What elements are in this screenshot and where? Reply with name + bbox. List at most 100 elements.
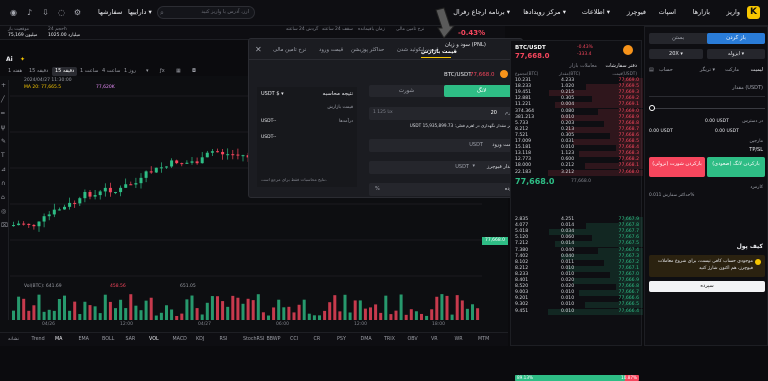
camera-icon[interactable]: ◘ xyxy=(192,68,196,74)
tab-trades[interactable]: معاملات بازار xyxy=(569,63,597,69)
nav-events[interactable]: مرکز رویدادها ▾ xyxy=(523,8,566,16)
warning-icon xyxy=(755,259,761,265)
indicator-ema[interactable]: EMA xyxy=(79,337,89,342)
tf-more-icon[interactable]: ▾ xyxy=(146,68,149,74)
open-tab[interactable]: باز کردن xyxy=(707,33,765,44)
tab-funding[interactable]: نرخ تامین مالی xyxy=(273,47,306,53)
close-tab[interactable]: بستن xyxy=(649,33,707,44)
order-type-trigger[interactable]: تریگر ▾ xyxy=(700,67,715,73)
nav-futures[interactable]: فیوچرز xyxy=(627,8,646,16)
brush-icon[interactable]: ✎ xyxy=(1,138,6,145)
deposit-button[interactable]: سپرده xyxy=(649,281,765,292)
tab-max-position[interactable]: حداکثر پوزیشن xyxy=(351,47,384,53)
nav-info[interactable]: اطلاعات ▾ xyxy=(582,8,610,16)
volume-bar xyxy=(277,299,281,320)
nav-assets[interactable]: داراییها ▾ xyxy=(128,8,152,16)
magnet-icon[interactable]: ∩ xyxy=(1,180,5,187)
indicator-bbwp[interactable]: BBWP xyxy=(267,337,281,342)
indicator-vr[interactable]: VR xyxy=(431,337,438,342)
result-currency[interactable]: USDT $ ▾ xyxy=(261,91,284,97)
candle-body xyxy=(236,154,240,156)
nav-spot[interactable]: اسپات xyxy=(659,8,676,16)
indicator-kdj[interactable]: KDJ xyxy=(196,337,204,342)
ai-icon[interactable]: Ai xyxy=(6,56,13,63)
indicator-sar[interactable]: SAR xyxy=(126,337,136,342)
indicator-ma[interactable]: MA xyxy=(55,337,62,342)
candle-body xyxy=(165,166,168,168)
return-field[interactable]: بازده % xyxy=(369,183,519,196)
amount-slider[interactable] xyxy=(649,103,765,113)
download-icon[interactable]: ⇩ xyxy=(40,7,51,18)
notification-icon[interactable]: ♪ xyxy=(24,7,35,18)
tab-orderbook[interactable]: دفتر سفارشات xyxy=(605,63,637,69)
indicator-trend[interactable]: Trend xyxy=(32,337,45,342)
x-tick: 04/27 xyxy=(198,322,211,327)
eye-icon[interactable]: ◎ xyxy=(1,208,6,215)
ruler-icon[interactable]: ⊿ xyxy=(1,166,6,173)
indicator-rsi[interactable]: RSI xyxy=(220,337,228,342)
user-icon[interactable]: ◉ xyxy=(8,7,19,18)
nav-orders[interactable]: سفارشها xyxy=(98,8,122,16)
indicator-dma[interactable]: DMA xyxy=(361,337,372,342)
open-long-button[interactable]: بازکردن لانگ (صعودی) xyxy=(707,157,765,177)
trendline-icon[interactable]: ╱ xyxy=(1,96,5,103)
slider-thumb[interactable] xyxy=(649,105,655,111)
entry-price-field[interactable]: قیمت ورود USDT xyxy=(369,139,519,152)
indicator-trix[interactable]: TRIX xyxy=(384,337,395,342)
trash-icon[interactable]: ⌧ xyxy=(1,222,8,229)
tpsl-checkbox[interactable]: TP/SL xyxy=(749,147,763,153)
long-button[interactable]: لانگ xyxy=(444,85,519,97)
leverage-field[interactable]: اهرم 20 1 تا 125x xyxy=(369,107,519,120)
indicator-نشانه[interactable]: نشانه xyxy=(8,337,19,342)
search-input[interactable]: ارز، آدرس یا واریز کنید xyxy=(157,6,255,19)
amount-input[interactable]: مقدار (USDT) xyxy=(649,85,765,97)
account-link[interactable]: حساب xyxy=(659,67,673,73)
lock-icon[interactable]: ⌂ xyxy=(1,194,5,201)
tf-active[interactable]: 15 دقیقه xyxy=(52,67,78,76)
close-icon[interactable]: ✕ xyxy=(255,45,262,54)
nav-deposit[interactable]: واریز xyxy=(727,8,740,16)
volume-bar xyxy=(363,308,367,320)
ticker-pair[interactable]: BTC/USDT xyxy=(515,45,546,51)
indicator-boll[interactable]: BOLL xyxy=(102,337,114,342)
hline-icon[interactable]: ═ xyxy=(1,110,5,117)
indicator-stochrsi[interactable]: StochRSI xyxy=(243,337,264,342)
indicator-wr[interactable]: WR xyxy=(455,337,463,342)
tf-1w[interactable]: 1 هفته xyxy=(8,68,22,74)
indicator-psy[interactable]: PSY xyxy=(337,337,346,342)
indicator-macd[interactable]: MACD xyxy=(173,337,187,342)
crosshair-icon[interactable]: + xyxy=(1,82,6,89)
tf-1h[interactable]: 1 ساعت xyxy=(80,68,98,74)
nav-markets[interactable]: بازارها xyxy=(693,8,710,16)
tf-4h[interactable]: 4 ساعت xyxy=(102,68,120,74)
volume-bar xyxy=(22,298,26,320)
globe-icon[interactable]: ◌ xyxy=(56,7,67,18)
text-icon[interactable]: T xyxy=(1,152,5,159)
settings-icon[interactable]: ⚙ xyxy=(72,7,83,18)
pitchfork-icon[interactable]: ψ xyxy=(1,124,5,131)
bid-row[interactable]: 9.451 0.010 77,666.4 xyxy=(511,308,643,315)
ask-row[interactable]: 22.183 3.212 77,668.0 xyxy=(511,169,643,176)
tab-target-price[interactable]: قیمت بازارش xyxy=(421,49,457,55)
tf-1d[interactable]: 1 روز xyxy=(124,68,136,74)
order-type-market[interactable]: مارکت xyxy=(725,67,739,73)
layout-icon[interactable]: ▦ xyxy=(176,68,181,74)
tf-15m-alt[interactable]: 15 دقیقه xyxy=(29,68,48,74)
calculator-icon[interactable]: ▤ xyxy=(649,67,654,73)
indicator-cr[interactable]: CR xyxy=(314,337,321,342)
short-button[interactable]: شورت xyxy=(369,85,444,97)
open-short-button[interactable]: بازکردن شورت (نزولی) xyxy=(649,157,705,177)
quantity-field[interactable]: مقدار فیوچرز USDT ▾ xyxy=(369,161,519,174)
tab-pnl[interactable]: سود و زیان (PNL) xyxy=(445,42,486,48)
indicator-cci[interactable]: CCI xyxy=(290,337,298,342)
indicator-mtm[interactable]: MTM xyxy=(478,337,489,342)
tab-entry[interactable]: قیمت ورود xyxy=(319,47,343,53)
indicator-icon[interactable]: ƒx xyxy=(160,68,165,74)
star-icon[interactable]: ✦ xyxy=(20,56,25,63)
brand-logo[interactable]: K xyxy=(747,6,760,19)
indicator-obv[interactable]: OBV xyxy=(408,337,418,342)
order-type-limit[interactable]: لیمیت xyxy=(751,67,763,73)
indicator-vol[interactable]: VOL xyxy=(149,337,159,342)
leverage-select[interactable]: 20X ▾ xyxy=(649,49,703,59)
margin-mode-select[interactable]: ایزوله ▾ xyxy=(707,49,765,59)
